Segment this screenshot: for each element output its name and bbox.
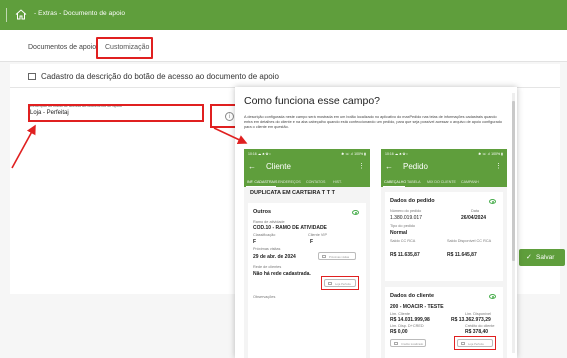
home-icon[interactable] — [15, 9, 27, 20]
phone-title: Pedido — [403, 162, 428, 171]
phone-tab-indicator — [246, 185, 276, 187]
status-time: 10:16 ☁ ♣ ✿ • — [248, 151, 271, 156]
phone-tabs: CABEÇALHO TABELA MIX DO CLIENTE CAMPANH — [381, 176, 507, 187]
phone-title: Cliente — [266, 162, 291, 171]
phone-label: Rede de clientes — [253, 265, 282, 269]
highlight-box-tab — [96, 37, 153, 59]
phone-tab: ENDEREÇOS — [278, 179, 301, 184]
highlight-box-field — [28, 104, 204, 122]
info-icon: i — [225, 112, 234, 121]
back-arrow-icon: ← — [248, 162, 256, 171]
phone-card-cliente: Dados do cliente 200 - MOACIR - TESTE Li… — [385, 287, 503, 358]
dollar-icon — [394, 341, 398, 345]
phone-value: F — [310, 239, 314, 245]
phone-tabs: INF. CADASTRAIS ENDEREÇOS CONTATOS HIST. — [244, 176, 370, 187]
phone-label: Tipo do pedido — [390, 224, 415, 228]
help-modal: Como funciona esse campo? A descrição co… — [235, 87, 517, 358]
phone-label: Observações — [253, 295, 276, 299]
card-header: Cadastro da descrição do botão de acesso… — [10, 64, 560, 88]
phone-app-bar: ← Pedido ⋮ — [381, 158, 507, 176]
status-time: 10:16 ☁ ♣ ✿ • — [385, 151, 408, 156]
phone-label: Classificação — [253, 233, 276, 237]
phone-label: Saldo CC RCA — [390, 239, 416, 243]
card-title: Cadastro da descrição do botão de acesso… — [41, 72, 279, 81]
phone-label: Saldo Disponível CC RCA — [447, 239, 492, 243]
phone-section-title: Dados do cliente — [390, 293, 435, 299]
phone-label: Lim. Disponível — [465, 312, 491, 316]
phone-value: R$ 14.031.999,98 — [390, 317, 430, 323]
highlight-box-phone — [454, 336, 496, 350]
phone-tab: INF. CADASTRAIS — [247, 179, 278, 184]
phone-tab: MIX DO CLIENTE — [427, 179, 456, 184]
tab-bar: Documentos de apoio Customização — [0, 30, 567, 62]
status-indicators: ✱ ☏ .ıl 100% ▮ — [478, 151, 503, 156]
phone-button-proximas: Próximas visitas — [318, 252, 356, 260]
eye-icon — [489, 294, 496, 299]
divider — [6, 8, 7, 22]
phone-button-credito: Crédito localizado — [390, 339, 426, 347]
phone-screenshot-cliente: 10:16 ☁ ♣ ✿ • ✱ ☏ .ıl 100% ▮ ← Cliente ⋮… — [244, 149, 370, 358]
document-icon — [28, 73, 36, 80]
phone-screenshot-pedido: 10:16 ☁ ♣ ✿ • ✱ ☏ .ıl 100% ▮ ← Pedido ⋮ … — [381, 149, 507, 358]
eye-icon — [489, 199, 496, 204]
phone-status-bar: 10:16 ☁ ♣ ✿ • ✱ ☏ .ıl 100% ▮ — [381, 149, 507, 158]
calendar-icon — [322, 254, 326, 258]
phone-value: R$ 13.362.973,29 — [451, 317, 491, 323]
phone-value: R$ 11.645,87 — [447, 252, 477, 258]
phone-value: 200 - MOACIR - TESTE — [390, 304, 444, 310]
phone-label: Cliente VIP — [308, 233, 327, 237]
phone-tab: CAMPANH — [461, 179, 479, 184]
save-button[interactable]: ✓ Salvar — [519, 249, 565, 266]
breadcrumb: - Extras - Documento de apoio — [34, 10, 126, 17]
phone-card-pedido: Dados do pedido Número do pedido Data 1.… — [385, 192, 503, 281]
check-icon: ✓ — [526, 254, 532, 261]
phone-tab: CABEÇALHO — [384, 179, 407, 184]
status-indicators: ✱ ☏ .ıl 100% ▮ — [341, 151, 366, 156]
phone-tab-indicator — [383, 185, 405, 187]
phone-label: Lim. Cliente — [390, 312, 411, 316]
phone-label: Lim. Disp. D+CRED — [390, 324, 424, 328]
top-bar: - Extras - Documento de apoio — [0, 0, 567, 30]
phone-section-title: Outros — [253, 209, 272, 215]
more-vert-icon: ⋮ — [495, 163, 502, 170]
back-arrow-icon: ← — [385, 162, 393, 171]
save-button-label: Salvar — [536, 253, 555, 261]
phone-value: F — [253, 239, 257, 245]
phone-text: DUPLICATA EM CARTEIRA T T T — [250, 190, 335, 196]
phone-value: R$ 11.635,87 — [390, 252, 420, 258]
tab-documentos-de-apoio[interactable]: Documentos de apoio — [28, 44, 96, 51]
phone-value: 1.380.019.017 — [390, 215, 422, 221]
phone-tab: CONTATOS — [306, 179, 326, 184]
phone-value: R$ 0,00 — [390, 329, 408, 335]
phone-card-outros: Outros Ramo de atividade COD.10 - RAMO D… — [248, 203, 366, 358]
phone-value: R$ 378,40 — [465, 329, 489, 335]
phone-tab: TABELA — [407, 179, 421, 184]
more-vert-icon: ⋮ — [358, 163, 365, 170]
phone-label: Número do pedido — [390, 209, 422, 213]
phone-value: 29 de abr. de 2024 — [253, 254, 296, 260]
modal-scrollbar[interactable] — [512, 93, 515, 353]
phone-label: Data — [471, 209, 480, 213]
phone-value: COD.10 - RAMO DE ATIVIDADE — [253, 225, 327, 231]
phone-value: Não há rede cadastrada. — [253, 271, 311, 277]
modal-description: A descrição configurada neste campo será… — [244, 115, 502, 130]
phone-label: Próximas visitas — [253, 247, 281, 251]
phone-value: Normal — [390, 230, 408, 236]
phone-label: Ramo de atividade — [253, 220, 285, 224]
eye-icon — [352, 210, 359, 215]
modal-title: Como funciona esse campo? — [244, 95, 380, 107]
scrollbar-thumb[interactable] — [512, 101, 515, 261]
highlight-box-phone — [321, 276, 359, 290]
phone-app-bar: ← Cliente ⋮ — [244, 158, 370, 176]
phone-label: Crédito do cliente — [465, 324, 495, 328]
phone-status-bar: 10:16 ☁ ♣ ✿ • ✱ ☏ .ıl 100% ▮ — [244, 149, 370, 158]
phone-value: 26/04/2024 — [461, 215, 487, 221]
phone-section-title: Dados do pedido — [390, 198, 435, 204]
phone-tab: HIST. — [333, 179, 342, 184]
